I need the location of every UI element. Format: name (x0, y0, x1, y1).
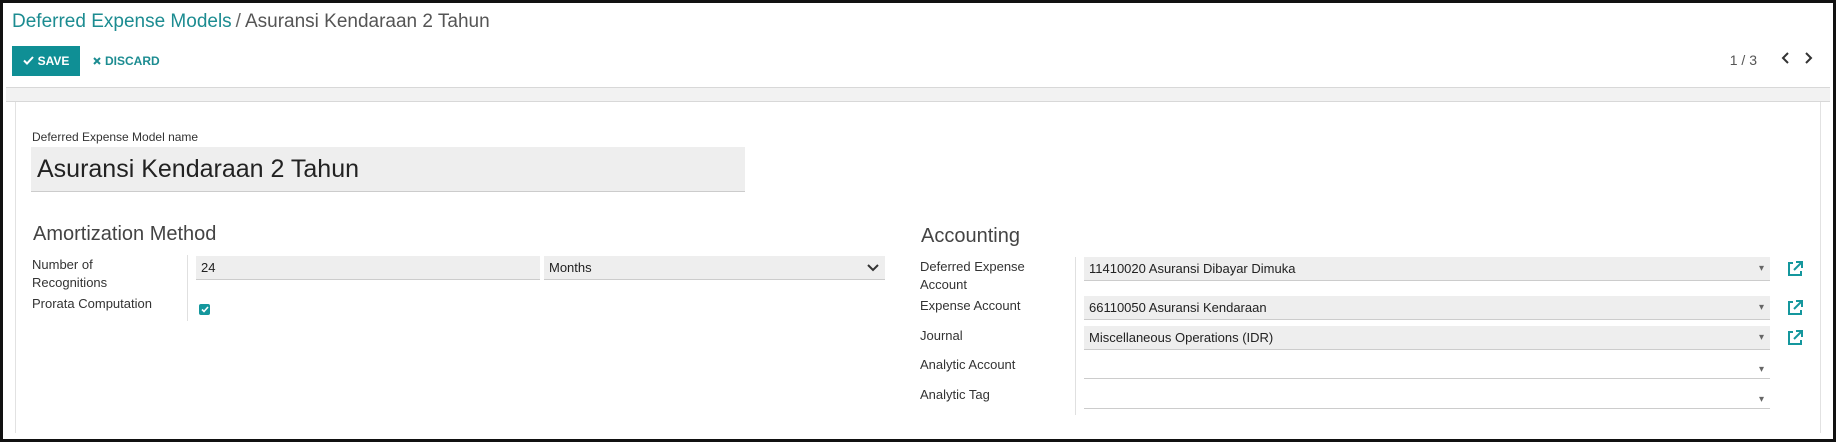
save-button-label: SAVE (37, 54, 70, 68)
external-link-icon[interactable] (1786, 329, 1804, 347)
number-of-recognitions-label: Number of Recognitions (32, 257, 108, 290)
breadcrumb-separator: / (235, 11, 241, 32)
external-link-icon[interactable] (1786, 299, 1804, 317)
chevron-left-icon[interactable] (1775, 51, 1797, 69)
caret-down-icon: ▾ (1758, 263, 1764, 274)
chevron-down-icon (867, 260, 879, 275)
check-icon (22, 54, 34, 68)
accounting-column-divider (1075, 257, 1076, 415)
number-of-recognitions-input[interactable]: 24 (196, 256, 540, 280)
period-select-value: Months (549, 260, 592, 275)
analytic-tag-label: Analytic Tag (920, 387, 990, 402)
breadcrumb: Deferred Expense Models / Asuransi Kendara… (12, 11, 490, 33)
chevron-right-icon[interactable] (1797, 51, 1819, 69)
pager-value[interactable]: 1 / 3 (1730, 52, 1757, 68)
control-panel-divider (6, 87, 1830, 102)
deferred-expense-account-value: 11410020 Asuransi Dibayar Dimuka (1089, 261, 1296, 276)
caret-down-icon: ▾ (1758, 332, 1764, 343)
discard-button-label: DISCARD (105, 54, 160, 68)
journal-select[interactable]: Miscellaneous Operations (IDR) ▾ (1084, 326, 1770, 350)
caret-down-icon: ▾ (1758, 394, 1764, 405)
amortization-column-divider (187, 255, 188, 321)
amortization-section-title: Amortization Method (33, 223, 217, 245)
prorata-computation-label: Prorata Computation (32, 296, 152, 311)
form-view-window: Deferred Expense Models / Asuransi Kendara… (0, 0, 1836, 442)
analytic-account-select[interactable]: ▾ (1084, 355, 1770, 379)
journal-value: Miscellaneous Operations (IDR) (1089, 330, 1274, 345)
accounting-section-title: Accounting (921, 225, 1020, 247)
expense-account-label: Expense Account (920, 298, 1021, 313)
expense-account-value: 66110050 Asuransi Kendaraan (1089, 300, 1267, 315)
caret-down-icon: ▾ (1758, 302, 1764, 313)
analytic-account-label: Analytic Account (920, 357, 1016, 372)
journal-label: Journal (920, 328, 963, 343)
external-link-icon[interactable] (1786, 260, 1804, 278)
breadcrumb-parent-link[interactable]: Deferred Expense Models (12, 11, 232, 32)
deferred-expense-account-select[interactable]: 11410020 Asuransi Dibayar Dimuka ▾ (1084, 257, 1770, 281)
discard-button[interactable]: DISCARD (93, 46, 160, 76)
prorata-checkbox[interactable] (199, 304, 210, 315)
caret-down-icon: ▾ (1758, 364, 1764, 375)
deferred-expense-account-label: Deferred Expense Account (920, 259, 1025, 292)
expense-account-select[interactable]: 66110050 Asuransi Kendaraan ▾ (1084, 296, 1770, 320)
breadcrumb-current: Asuransi Kendaraan 2 Tahun (244, 11, 490, 32)
analytic-tag-select[interactable]: ▾ (1084, 385, 1770, 409)
close-icon (93, 54, 101, 68)
model-name-input[interactable]: Asuransi Kendaraan 2 Tahun (31, 147, 745, 192)
name-field-label: Deferred Expense Model name (32, 130, 199, 144)
pager: 1 / 3 (1730, 51, 1819, 69)
period-select[interactable]: Months (544, 256, 885, 280)
save-button[interactable]: SAVE (12, 46, 80, 76)
